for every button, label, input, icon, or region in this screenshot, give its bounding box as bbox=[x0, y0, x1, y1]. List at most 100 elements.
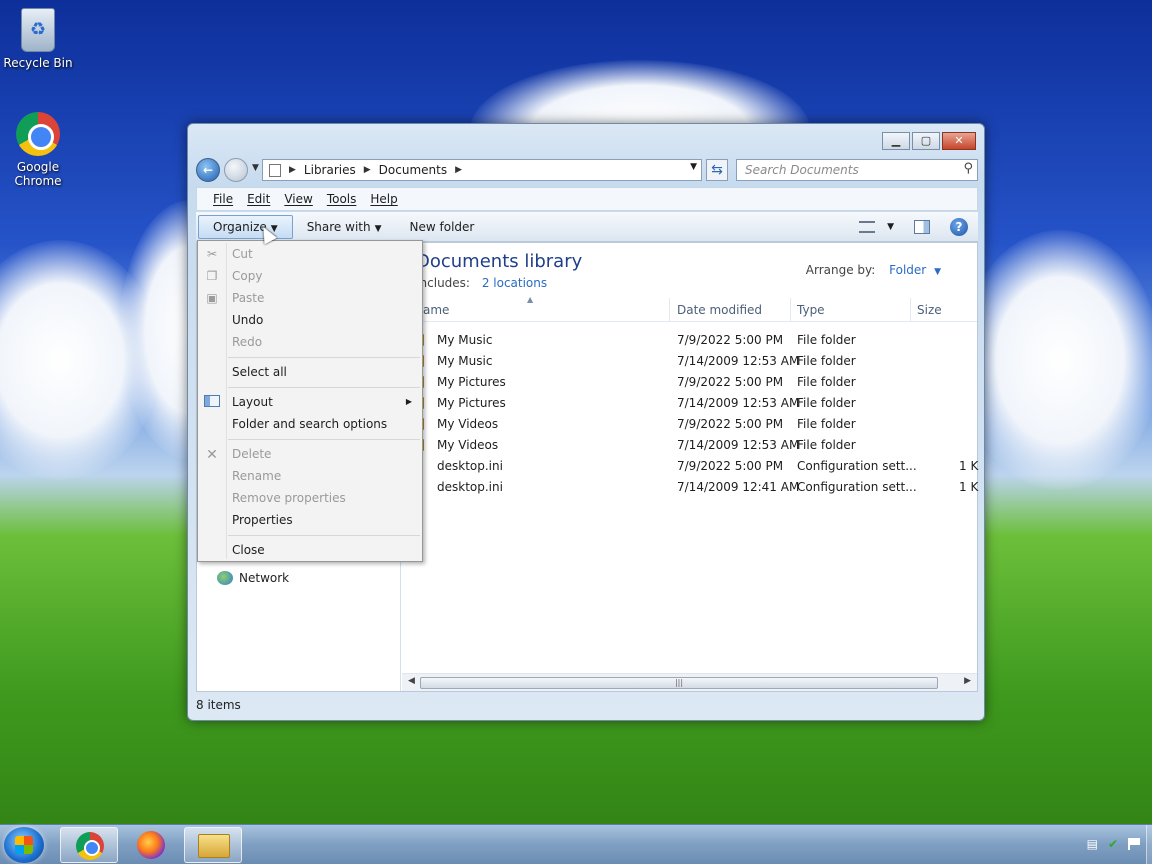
preview-pane-icon[interactable] bbox=[914, 220, 930, 234]
address-bar[interactable]: ▶ Libraries ▶ Documents ▶ ▼ bbox=[262, 159, 702, 181]
address-dropdown-icon[interactable]: ▼ bbox=[690, 162, 697, 172]
scrollbar-thumb[interactable]: ||| bbox=[420, 677, 938, 689]
nav-item-network[interactable]: Network bbox=[217, 571, 289, 585]
desktop-icon-recycle-bin[interactable]: Recycle Bin bbox=[0, 8, 76, 70]
menu-item-properties[interactable]: Properties bbox=[232, 513, 293, 527]
menu-item-folder-search-options[interactable]: Folder and search options bbox=[232, 417, 387, 431]
folder-icon bbox=[269, 163, 281, 177]
column-divider[interactable] bbox=[910, 298, 911, 322]
menu-item-delete[interactable]: Delete bbox=[232, 447, 271, 461]
minimize-button[interactable]: ▁ bbox=[882, 132, 910, 150]
chevron-down-icon[interactable]: ▼ bbox=[887, 222, 894, 232]
change-view-icon[interactable] bbox=[859, 221, 876, 233]
menu-item-copy[interactable]: Copy bbox=[232, 269, 262, 283]
menu-item-cut[interactable]: Cut bbox=[232, 247, 253, 261]
forward-button[interactable] bbox=[224, 158, 248, 182]
show-desktop-button[interactable] bbox=[1146, 825, 1152, 864]
file-type: Configuration sett... bbox=[797, 480, 917, 494]
column-header-type[interactable]: Type bbox=[797, 303, 825, 317]
menu-item-close[interactable]: Close bbox=[232, 543, 265, 557]
menu-file[interactable]: File bbox=[213, 192, 233, 206]
breadcrumb-separator-icon[interactable]: ▶ bbox=[289, 165, 296, 175]
table-row[interactable]: desktop.ini 7/9/2022 5:00 PM Configuration… bbox=[402, 456, 979, 477]
system-tray: ▤ ✔ bbox=[1077, 837, 1142, 851]
table-row[interactable]: My Videos 7/9/2022 5:00 PM File folder bbox=[402, 414, 977, 435]
locations-link[interactable]: 2 locations bbox=[482, 276, 547, 290]
column-divider[interactable] bbox=[790, 298, 791, 322]
organize-button[interactable]: Organize ▼ bbox=[198, 214, 293, 239]
breadcrumb-documents[interactable]: Documents bbox=[379, 163, 447, 177]
column-divider[interactable] bbox=[669, 298, 670, 322]
search-input[interactable]: Search Documents ⚲ bbox=[736, 159, 978, 181]
column-header-size[interactable]: Size bbox=[917, 303, 942, 317]
taskbar: ▤ ✔ bbox=[0, 824, 1152, 864]
action-center-flag-icon[interactable] bbox=[1128, 838, 1142, 850]
layout-icon bbox=[204, 395, 220, 409]
nav-item-label: Network bbox=[239, 571, 290, 585]
file-type: File folder bbox=[797, 417, 856, 431]
recent-pages-dropdown[interactable]: ▼ bbox=[252, 163, 259, 173]
chrome-icon bbox=[16, 112, 60, 156]
table-row[interactable]: My Pictures 7/9/2022 5:00 PM File folder bbox=[402, 372, 977, 393]
menu-bar: File Edit View Tools Help bbox=[196, 187, 978, 211]
table-row[interactable]: My Music 7/14/2009 12:53 AM File folder bbox=[402, 351, 977, 372]
new-folder-button[interactable]: New folder bbox=[396, 216, 489, 238]
breadcrumb-separator-icon[interactable]: ▶ bbox=[455, 165, 462, 175]
menu-item-undo[interactable]: Undo bbox=[232, 313, 263, 327]
security-tray-icon[interactable]: ✔ bbox=[1108, 837, 1118, 851]
scroll-left-icon[interactable]: ◀ bbox=[408, 676, 415, 686]
file-name: My Videos bbox=[437, 417, 499, 431]
chevron-down-icon: ▼ bbox=[934, 267, 941, 277]
menu-separator bbox=[228, 535, 420, 536]
file-date-modified: 7/14/2009 12:53 AM bbox=[677, 354, 800, 368]
clipboard-tray-icon[interactable]: ▤ bbox=[1087, 837, 1098, 851]
file-date-modified: 7/9/2022 5:00 PM bbox=[677, 333, 784, 347]
desktop-icon-google-chrome[interactable]: Google Chrome bbox=[0, 112, 76, 188]
file-list-pane: Documents library Includes: 2 locations … bbox=[402, 243, 979, 673]
table-row[interactable]: My Music 7/9/2022 5:00 PM File folder bbox=[402, 330, 977, 351]
menu-help[interactable]: Help bbox=[370, 192, 397, 206]
recycle-bin-icon bbox=[21, 8, 55, 52]
copy-icon: ❐ bbox=[206, 269, 218, 283]
menu-item-remove-properties[interactable]: Remove properties bbox=[232, 491, 346, 505]
table-row[interactable]: My Videos 7/14/2009 12:53 AM File folder bbox=[402, 435, 977, 456]
menu-item-rename[interactable]: Rename bbox=[232, 469, 281, 483]
table-row[interactable]: desktop.ini 7/14/2009 12:41 AM Configurati… bbox=[402, 477, 979, 498]
search-placeholder: Search Documents bbox=[745, 163, 859, 177]
menu-separator bbox=[228, 387, 420, 388]
help-icon[interactable]: ? bbox=[950, 218, 968, 236]
table-row[interactable]: My Pictures 7/14/2009 12:53 AM File folder bbox=[402, 393, 977, 414]
organize-menu: ✂ Cut ❐ Copy ▣ Paste Undo Redo Select al… bbox=[197, 240, 423, 562]
menu-edit[interactable]: Edit bbox=[247, 192, 270, 206]
search-icon[interactable]: ⚲ bbox=[963, 161, 973, 176]
breadcrumb-libraries[interactable]: Libraries bbox=[304, 163, 356, 177]
breadcrumb-separator-icon[interactable]: ▶ bbox=[364, 165, 371, 175]
menu-item-select-all[interactable]: Select all bbox=[232, 365, 287, 379]
maximize-button[interactable]: ▢ bbox=[912, 132, 940, 150]
menu-tools[interactable]: Tools bbox=[327, 192, 357, 206]
taskbar-chrome[interactable] bbox=[60, 827, 118, 863]
start-button[interactable] bbox=[4, 827, 44, 863]
scroll-right-icon[interactable]: ▶ bbox=[964, 676, 971, 686]
paste-icon: ▣ bbox=[206, 291, 218, 305]
close-button[interactable]: ✕ bbox=[942, 132, 976, 150]
file-size: 1 K bbox=[959, 480, 979, 494]
taskbar-firefox[interactable] bbox=[122, 827, 180, 863]
file-name: My Music bbox=[437, 333, 493, 347]
menu-item-layout[interactable]: Layout bbox=[232, 395, 273, 409]
network-icon bbox=[217, 571, 233, 585]
horizontal-scrollbar[interactable]: ◀ ||| ▶ bbox=[402, 673, 977, 691]
arrange-by-dropdown[interactable]: Folder ▼ bbox=[889, 263, 941, 277]
column-header-date-modified[interactable]: Date modified bbox=[677, 303, 762, 317]
menu-item-paste[interactable]: Paste bbox=[232, 291, 264, 305]
file-type: File folder bbox=[797, 396, 856, 410]
file-date-modified: 7/9/2022 5:00 PM bbox=[677, 375, 784, 389]
refresh-button[interactable]: ⇆ bbox=[706, 159, 728, 181]
menu-view[interactable]: View bbox=[284, 192, 312, 206]
taskbar-explorer[interactable] bbox=[184, 827, 242, 863]
back-button[interactable]: ← bbox=[196, 158, 220, 182]
menu-item-redo[interactable]: Redo bbox=[232, 335, 262, 349]
chrome-icon bbox=[76, 832, 104, 860]
file-size: 1 K bbox=[959, 459, 979, 473]
share-with-button[interactable]: Share with ▼ bbox=[293, 216, 396, 238]
